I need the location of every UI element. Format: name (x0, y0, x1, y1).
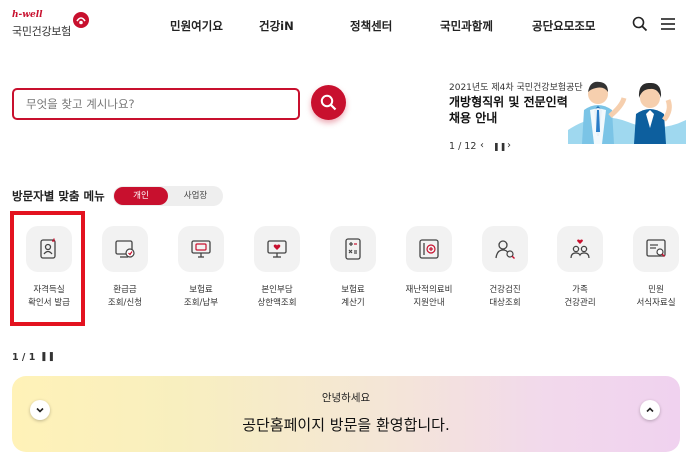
collapse-button[interactable] (640, 400, 660, 420)
toggle-business[interactable]: 사업장 (169, 187, 222, 205)
logo-mark-icon (73, 12, 89, 28)
banner-pager: 1 / 12 (449, 141, 477, 152)
nav-item-health-in[interactable]: 건강iN (259, 18, 294, 34)
expand-button[interactable] (30, 400, 50, 420)
service-icon-wrapper (102, 226, 148, 272)
family-icon (570, 239, 590, 259)
menu-icon[interactable] (660, 16, 676, 32)
service-label: 가족 건강관리 (564, 285, 596, 308)
service-icon-wrapper (178, 226, 224, 272)
welcome-message: 공단홈페이지 방문을 환영합니다. (242, 416, 450, 434)
service-label: 민원 서식자료실 (636, 285, 676, 308)
logo[interactable]: h-well 국민건강보험 (12, 10, 89, 40)
banner-prev-icon[interactable]: ‹ (480, 140, 484, 151)
nav-item-about[interactable]: 공단요모조모 (532, 18, 595, 34)
banner-next-icon[interactable]: › (507, 140, 511, 151)
service-label: 보험료 조회/납부 (183, 285, 219, 308)
search-input[interactable] (26, 95, 286, 113)
service-label: 환급금 조회/신청 (107, 285, 143, 308)
logo-subtitle: h-well (12, 10, 43, 20)
banner-pause-icon[interactable]: ❚❚ (493, 142, 506, 151)
service-icon-wrapper (254, 226, 300, 272)
banner-title-line1: 개방형직위 및 전문인력 (449, 95, 568, 109)
page: h-well 국민건강보험 민원여기요 건강iN 정책센터 국민과함께 공단요모… (0, 0, 700, 462)
search-icon[interactable] (632, 16, 648, 32)
menu-pause-icon[interactable]: ❚❚ (40, 352, 55, 362)
menu-pager: 1 / 1 (12, 352, 36, 363)
banner-subtitle: 2021년도 제4차 국민건강보험공단 (449, 83, 583, 93)
header: h-well 국민건강보험 민원여기요 건강iN 정책센터 국민과함께 공단요모… (0, 0, 700, 52)
service-label: 본인부담 상한액조회 (257, 285, 297, 308)
welcome-greeting: 안녕하세요 (321, 392, 371, 404)
toggle-personal[interactable]: 개인 (114, 187, 168, 205)
service-icon-wrapper (633, 226, 679, 272)
nav-item-together[interactable]: 국민과함께 (440, 18, 493, 34)
service-item-medical-support[interactable]: 재난적의료비 지원안내 (396, 226, 462, 318)
banner-title-line2: 채용 안내 (449, 111, 498, 125)
service-icon-wrapper (406, 226, 452, 272)
service-icon-wrapper (330, 226, 376, 272)
checkup-icon (495, 240, 515, 259)
nav-item-policy[interactable]: 정책센터 (350, 18, 392, 34)
copay-limit-icon (267, 240, 287, 258)
chevron-down-icon (36, 407, 44, 413)
service-label: 건강검진 대상조회 (489, 285, 521, 308)
service-item-copay-limit[interactable]: 본인부담 상한액조회 (244, 226, 310, 318)
service-item-premium-payment[interactable]: 보험료 조회/납부 (168, 226, 234, 318)
logo-title: 국민건강보험 (12, 25, 71, 38)
visitor-toggle: 개인 사업장 (113, 186, 223, 206)
search-button[interactable] (311, 85, 346, 120)
refund-icon (115, 240, 135, 258)
service-item-calculator[interactable]: 보험료 계산기 (320, 226, 386, 318)
medical-support-icon (419, 239, 439, 259)
service-label: 재난적의료비 지원안내 (405, 285, 453, 308)
chevron-up-icon (646, 407, 654, 413)
service-item-checkup[interactable]: 건강검진 대상조회 (472, 226, 538, 318)
menu-title: 방문자별 맞춤 메뉴 (12, 189, 105, 203)
search-box (12, 88, 300, 120)
service-item-family[interactable]: 가족 건강관리 (547, 226, 613, 318)
service-icon-wrapper (482, 226, 528, 272)
nav-item-civil[interactable]: 민원여기요 (170, 18, 223, 34)
forms-icon (646, 239, 666, 257)
service-item-forms[interactable]: 민원 서식자료실 (623, 226, 689, 318)
welcome-banner: 안녕하세요 공단홈페이지 방문을 환영합니다. (12, 376, 680, 452)
calculator-icon (345, 238, 361, 260)
premium-payment-icon (191, 240, 211, 258)
service-icon-wrapper (557, 226, 603, 272)
banner-illustration (568, 81, 686, 144)
service-label: 보험료 계산기 (341, 285, 365, 308)
banner-title[interactable]: 개방형직위 및 전문인력 채용 안내 (449, 94, 568, 126)
search-button-icon (320, 94, 337, 111)
service-item-refund[interactable]: 환급금 조회/신청 (92, 226, 158, 318)
highlight-box (10, 211, 85, 326)
